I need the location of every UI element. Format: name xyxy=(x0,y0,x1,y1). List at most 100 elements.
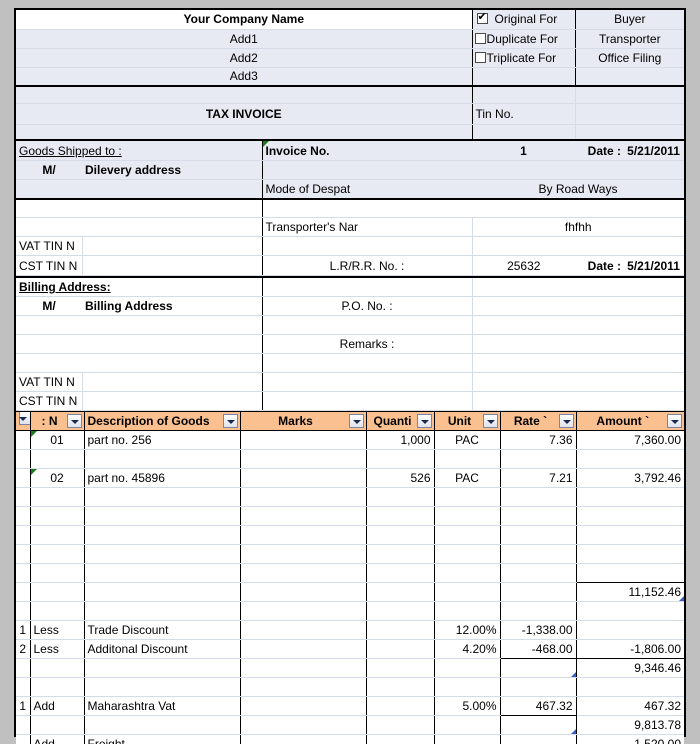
spacer-a2 xyxy=(30,449,85,469)
addition1-qty xyxy=(366,696,435,716)
deduction1-no: 1 xyxy=(16,620,31,640)
table-row[interactable]: 01 part no. 256 1,000 PAC 7.36 7,360.00 xyxy=(16,430,684,450)
header-unit[interactable]: Unit xyxy=(434,410,501,431)
aftervat-pad-5 xyxy=(366,715,435,735)
header-rate[interactable]: Rate ` xyxy=(500,410,577,431)
copy-duplicate-checkbox[interactable]: Duplicate For xyxy=(472,29,576,49)
subtotal-pad-7 xyxy=(500,582,577,602)
chevron-down-icon[interactable] xyxy=(66,413,82,428)
transporter-name-value[interactable]: fhfhh xyxy=(472,217,685,237)
title-pad-top xyxy=(16,87,473,104)
row1-marks[interactable] xyxy=(240,430,367,450)
copy-triplicate-checkbox[interactable]: Triplicate For xyxy=(472,48,576,68)
header-quantity[interactable]: Quanti xyxy=(366,410,435,431)
checkbox-icon[interactable] xyxy=(474,32,486,44)
empty-e3 xyxy=(84,544,241,564)
empty-b5 xyxy=(366,487,435,507)
lr-no-value[interactable]: 25632 xyxy=(472,255,576,276)
deduction1-pct[interactable]: 12.00% xyxy=(434,620,501,640)
ship-row-pad-a1 xyxy=(16,197,82,218)
row1-quantity[interactable]: 1,000 xyxy=(366,430,435,450)
afterdisc-pad-3 xyxy=(84,658,241,678)
addition1-amount: 467.32 xyxy=(576,696,684,716)
chevron-down-icon[interactable] xyxy=(222,413,238,428)
chevron-down-icon[interactable] xyxy=(348,413,364,428)
row1-description[interactable]: part no. 256 xyxy=(84,430,241,450)
row2-description[interactable]: part no. 45896 xyxy=(84,468,241,488)
empty-g5 xyxy=(366,601,435,621)
header-amount[interactable]: Amount ` xyxy=(576,410,684,431)
invoice-date-label: Date : xyxy=(575,141,624,160)
checkbox-icon[interactable] xyxy=(476,11,488,25)
header-marks[interactable]: Marks xyxy=(240,410,367,431)
aftervat-pad-6 xyxy=(434,715,501,735)
chevron-down-icon[interactable] xyxy=(558,413,574,428)
table-row-empty xyxy=(16,506,684,526)
deduction2-pct[interactable]: 4.20% xyxy=(434,639,501,659)
copy-original-checkbox[interactable]: Original For xyxy=(472,10,576,30)
addition1-pct[interactable]: 5.00% xyxy=(434,696,501,716)
empty-c7 xyxy=(500,506,577,526)
lr-no-label: L.R/R.R. No. : xyxy=(262,255,473,276)
shipping-vat-tin-value[interactable] xyxy=(82,236,263,256)
freight-qty xyxy=(366,734,435,744)
meta-blank-2 xyxy=(472,160,576,180)
billing-cst-tin-label: CST TIN N xyxy=(16,391,83,411)
spacer-a5 xyxy=(366,449,435,469)
company-address-1: Add1 xyxy=(16,29,473,49)
lr-date-value[interactable]: 5/21/2011 xyxy=(623,256,685,275)
header-filter-blank[interactable] xyxy=(16,410,31,431)
empty-e4 xyxy=(240,544,367,564)
copy-original-recipient: Buyer xyxy=(575,10,685,30)
tin-pad-bot-left xyxy=(472,124,576,141)
row2-marks[interactable] xyxy=(240,468,367,488)
po-no-value[interactable] xyxy=(472,296,685,316)
checkbox-icon[interactable] xyxy=(474,51,486,63)
empty-h2 xyxy=(30,677,85,697)
freight-amount[interactable]: 1,520.00 xyxy=(576,734,684,744)
billing-pad-4 xyxy=(82,315,263,335)
billing-pad-8 xyxy=(82,334,263,354)
remarks-value[interactable] xyxy=(472,334,685,354)
row2-unit[interactable]: PAC xyxy=(434,468,501,488)
row1-rate[interactable]: 7.36 xyxy=(500,430,577,450)
tin-pad-bot-right xyxy=(575,124,684,141)
billing-vat-tin-value[interactable] xyxy=(82,372,263,392)
shipping-cst-tin-value[interactable] xyxy=(82,255,263,276)
deduction1-value: -1,338.00 xyxy=(500,620,577,640)
row1-unit[interactable]: PAC xyxy=(434,430,501,450)
mode-of-despatch-value[interactable]: By Road Ways xyxy=(472,179,685,199)
copy-duplicate-recipient: Transporter xyxy=(575,29,685,49)
addition1-no: 1 xyxy=(16,696,31,716)
afterdisc-pad-5 xyxy=(366,658,435,678)
invoice-date-value[interactable]: 5/21/2011 xyxy=(623,141,685,160)
empty-h3 xyxy=(84,677,241,697)
freight-value xyxy=(500,734,577,744)
billing-cst-tin-value[interactable] xyxy=(82,391,263,411)
header-srno[interactable]: : N xyxy=(30,410,85,431)
empty-h6 xyxy=(434,677,501,697)
chevron-down-icon[interactable] xyxy=(482,413,498,428)
mode-of-despatch-label: Mode of Despat xyxy=(262,179,473,199)
shipping-vat-tin-label: VAT TIN N xyxy=(16,236,83,256)
freight-pct xyxy=(434,734,501,744)
empty-d8 xyxy=(576,525,684,545)
tin-no-value[interactable] xyxy=(575,103,684,125)
invoice-no-value[interactable]: 1 xyxy=(472,141,576,161)
chevron-down-icon[interactable] xyxy=(667,413,682,428)
empty-f8 xyxy=(576,563,684,583)
shipping-address[interactable]: Dilevery address xyxy=(82,160,263,180)
header-description[interactable]: Description of Goods xyxy=(84,410,241,431)
chevron-down-icon[interactable] xyxy=(19,412,29,425)
empty-h7 xyxy=(500,677,577,697)
tin-pad-top-left xyxy=(472,87,576,104)
empty-g1 xyxy=(16,601,31,621)
billing-address[interactable]: Billing Address xyxy=(82,296,263,316)
empty-h8 xyxy=(576,677,684,697)
freight-op: Add xyxy=(30,734,85,744)
chevron-down-icon[interactable] xyxy=(416,413,432,428)
subtotal-pad-2 xyxy=(30,582,85,602)
row2-quantity[interactable]: 526 xyxy=(366,468,435,488)
table-row[interactable]: 02 part no. 45896 526 PAC 7.21 3,792.46 xyxy=(16,468,684,488)
row2-rate[interactable]: 7.21 xyxy=(500,468,577,488)
